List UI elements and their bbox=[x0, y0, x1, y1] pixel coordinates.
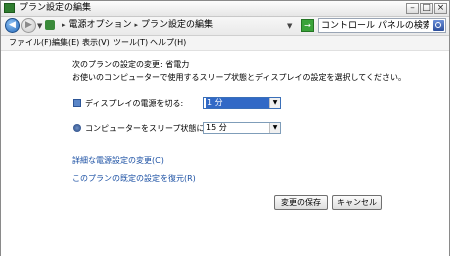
search-input[interactable] bbox=[321, 19, 429, 32]
window: プラン設定の編集 – □ × ◀ ▶ ▼ ▸ 電源オプション ▸ プラン設定の編集 ▼… bbox=[0, 0, 450, 256]
window-title: プラン設定の編集 bbox=[19, 3, 92, 13]
chevron-down-icon: ▼ bbox=[269, 98, 280, 108]
breadcrumb-edit-plan[interactable]: プラン設定の編集 bbox=[141, 20, 213, 30]
address-dropdown[interactable]: ▼ bbox=[287, 22, 292, 30]
power-options-icon bbox=[45, 20, 55, 30]
back-arrow-icon: ◀ bbox=[9, 20, 16, 30]
search-icon[interactable] bbox=[433, 20, 444, 31]
page-heading: 次のプランの設定の変更: 省電力 bbox=[72, 60, 190, 69]
display-off-value: 1 分 bbox=[206, 98, 269, 108]
breadcrumb-separator[interactable]: ▸ bbox=[62, 21, 66, 29]
close-button[interactable]: × bbox=[434, 3, 447, 14]
forward-button[interactable]: ▶ bbox=[21, 18, 36, 33]
breadcrumb-separator[interactable]: ▸ bbox=[135, 21, 139, 29]
cancel-button[interactable]: キャンセル bbox=[332, 195, 382, 210]
menu-edit[interactable]: 編集(E) bbox=[52, 37, 79, 49]
menu-tools[interactable]: ツール(T) bbox=[113, 37, 148, 49]
title-bar: プラン設定の編集 – □ × bbox=[1, 1, 449, 17]
address-toolbar: ◀ ▶ ▼ ▸ 電源オプション ▸ プラン設定の編集 ▼ → bbox=[1, 17, 449, 36]
back-button[interactable]: ◀ bbox=[5, 18, 20, 33]
restore-defaults-link[interactable]: このプランの既定の設定を復元(R) bbox=[72, 173, 196, 184]
breadcrumb: ▸ 電源オプション ▸ プラン設定の編集 bbox=[59, 19, 213, 32]
sleep-icon bbox=[73, 124, 81, 132]
sleep-value: 15 分 bbox=[206, 123, 227, 132]
save-button[interactable]: 変更の保存 bbox=[274, 195, 328, 210]
minimize-button[interactable]: – bbox=[406, 3, 419, 14]
menu-help[interactable]: ヘルプ(H) bbox=[150, 37, 186, 49]
page-description: お使いのコンピューターで使用するスリープ状態とディスプレイの設定を選択してくださ… bbox=[72, 73, 406, 82]
chevron-down-icon: ▼ bbox=[269, 123, 280, 133]
menu-view[interactable]: 表示(V) bbox=[82, 37, 110, 49]
search-box bbox=[318, 18, 446, 33]
main-content: 次のプランの設定の変更: 省電力 お使いのコンピューターで使用するスリープ状態と… bbox=[1, 51, 449, 256]
menu-bar: ファイル(F) 編集(E) 表示(V) ツール(T) ヘルプ(H) bbox=[1, 36, 449, 51]
maximize-button[interactable]: □ bbox=[420, 3, 433, 14]
menu-file[interactable]: ファイル(F) bbox=[9, 37, 52, 49]
recent-pages-dropdown[interactable]: ▼ bbox=[37, 22, 42, 30]
go-button[interactable]: → bbox=[301, 19, 314, 32]
control-panel-icon bbox=[4, 3, 15, 13]
display-icon bbox=[73, 99, 81, 107]
sleep-select[interactable]: 15 分 ▼ bbox=[203, 122, 281, 134]
breadcrumb-power-options[interactable]: 電源オプション bbox=[69, 20, 132, 30]
forward-arrow-icon: ▶ bbox=[25, 20, 32, 30]
display-off-select[interactable]: 1 分 ▼ bbox=[203, 97, 281, 109]
display-off-label: ディスプレイの電源を切る: bbox=[85, 99, 184, 108]
advanced-settings-link[interactable]: 詳細な電源設定の変更(C) bbox=[72, 155, 164, 166]
